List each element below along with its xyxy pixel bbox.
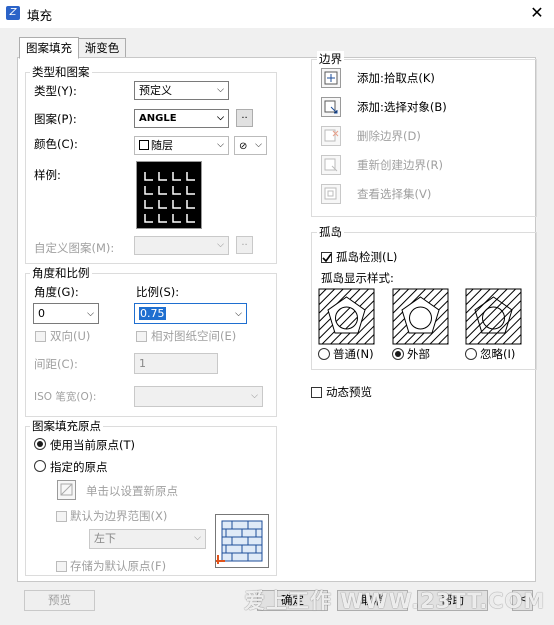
group-title-island: 孤岛: [317, 224, 344, 240]
angle-label: 角度(G):: [34, 285, 79, 299]
group-title-boundary: 边界: [317, 51, 344, 67]
remove-boundary-label[interactable]: 删除边界(D): [357, 128, 421, 144]
view-selection-label[interactable]: 查看选择集(V): [357, 186, 431, 202]
tab-gradient[interactable]: 渐变色: [78, 38, 126, 58]
chevron-down-icon: ⌵: [217, 113, 224, 123]
island-outer-preview[interactable]: [392, 288, 449, 345]
use-current-origin-label: 使用当前原点(T): [50, 438, 135, 452]
pattern-browse-button[interactable]: ..: [236, 109, 253, 127]
group-title-angle: 角度和比例: [30, 265, 92, 281]
pattern-dropdown[interactable]: ANGLE ⌵: [134, 109, 229, 128]
no-color-icon: ⊘: [239, 141, 248, 152]
color-dropdown[interactable]: 随层 ⌵: [134, 136, 229, 155]
island-normal-preview[interactable]: [318, 288, 375, 345]
type-dropdown[interactable]: 预定义 ⌵: [134, 81, 229, 100]
group-title-type: 类型和图案: [30, 64, 92, 80]
store-default-label: 存储为默认原点(F): [70, 559, 167, 573]
click-set-origin-label: 单击以设置新原点: [86, 484, 178, 498]
custom-pattern-label: 自定义图案(M):: [34, 241, 115, 255]
iso-pen-label: ISO 笔宽(O):: [34, 391, 97, 403]
title-bar: Z 填充 ✕: [0, 0, 554, 28]
store-default-checkbox[interactable]: [56, 561, 67, 572]
chevron-down-icon: ⌵: [255, 140, 262, 150]
dynamic-preview-checkbox[interactable]: [311, 387, 322, 398]
chevron-down-icon: ⌵: [87, 309, 94, 319]
color-label: 颜色(C):: [34, 137, 78, 151]
default-boundary-label: 默认为边界范围(X): [70, 509, 168, 523]
add-pick-label[interactable]: 添加:拾取点(K): [357, 70, 435, 86]
remove-boundary-icon[interactable]: [321, 126, 341, 146]
background-color-dropdown[interactable]: ⊘ ⌵: [234, 136, 267, 155]
relative-paper-label: 相对图纸空间(E): [151, 329, 237, 343]
view-selection-icon[interactable]: [321, 184, 341, 204]
close-button[interactable]: ✕: [524, 1, 550, 25]
app-icon: Z: [6, 6, 20, 20]
preview-button[interactable]: 预览: [24, 590, 95, 611]
specified-origin-label: 指定的原点: [50, 460, 108, 474]
island-normal-radio[interactable]: [318, 348, 330, 360]
type-label: 类型(Y):: [34, 84, 77, 98]
origin-preview: [215, 514, 269, 568]
pattern-label: 图案(P):: [34, 112, 77, 126]
watermark: 爱上工作 WWW.23TT.COM: [244, 589, 546, 613]
recreate-boundary-icon[interactable]: [321, 155, 341, 175]
island-style-label: 孤岛显示样式:: [321, 271, 394, 285]
island-outer-label: 外部: [407, 347, 430, 361]
brick-pattern-icon: [216, 520, 263, 564]
scale-dropdown[interactable]: 0.75 ⌵: [134, 303, 247, 324]
angle-dropdown[interactable]: 0 ⌵: [33, 303, 99, 324]
tab-hatch[interactable]: 图案填充: [19, 37, 79, 59]
recreate-boundary-label[interactable]: 重新创建边界(R): [357, 157, 443, 173]
dynamic-preview-label: 动态预览: [326, 385, 372, 399]
iso-pen-dropdown[interactable]: ⌵: [134, 386, 263, 407]
angle-pattern-preview: [144, 172, 195, 223]
chevron-down-icon: ⌵: [251, 391, 258, 401]
double-label: 双向(U): [50, 329, 91, 343]
island-normal-label: 普通(N): [333, 347, 374, 361]
specified-origin-radio[interactable]: [34, 460, 46, 472]
scale-label: 比例(S):: [136, 285, 180, 299]
relative-paper-checkbox[interactable]: [136, 331, 147, 342]
color-swatch-icon: [139, 140, 149, 150]
island-outer-radio[interactable]: [392, 348, 404, 360]
chevron-down-icon: ⌵: [217, 140, 224, 150]
island-ignore-label: 忽略(I): [480, 347, 516, 361]
custom-pattern-dropdown[interactable]: ⌵: [134, 236, 229, 255]
double-checkbox[interactable]: [35, 331, 46, 342]
window-title: 填充: [27, 8, 53, 23]
island-detect-label: 孤岛检测(L): [336, 250, 398, 264]
swatch-label: 样例:: [34, 168, 61, 182]
checkmark-icon: [322, 253, 332, 263]
set-origin-icon[interactable]: [57, 480, 76, 500]
add-select-label[interactable]: 添加:选择对象(B): [357, 99, 447, 115]
spacing-label: 间距(C):: [34, 357, 78, 371]
default-boundary-checkbox[interactable]: [56, 511, 67, 522]
pattern-swatch[interactable]: [136, 161, 202, 229]
origin-position-dropdown[interactable]: 左下 ⌵: [89, 529, 206, 549]
island-ignore-radio[interactable]: [465, 348, 477, 360]
island-ignore-preview[interactable]: [465, 288, 522, 345]
use-current-origin-radio[interactable]: [34, 438, 46, 450]
island-detect-checkbox[interactable]: [321, 252, 332, 263]
pick-point-icon[interactable]: [321, 68, 341, 88]
chevron-down-icon: ⌵: [235, 309, 242, 319]
spacing-input[interactable]: 1: [134, 353, 218, 374]
custom-browse-button[interactable]: ..: [236, 236, 253, 254]
select-objects-icon[interactable]: [321, 97, 341, 117]
group-title-origin: 图案填充原点: [30, 418, 103, 434]
chevron-down-icon: ⌵: [217, 85, 224, 95]
chevron-down-icon: ⌵: [217, 240, 224, 250]
chevron-down-icon: ⌵: [194, 533, 201, 543]
